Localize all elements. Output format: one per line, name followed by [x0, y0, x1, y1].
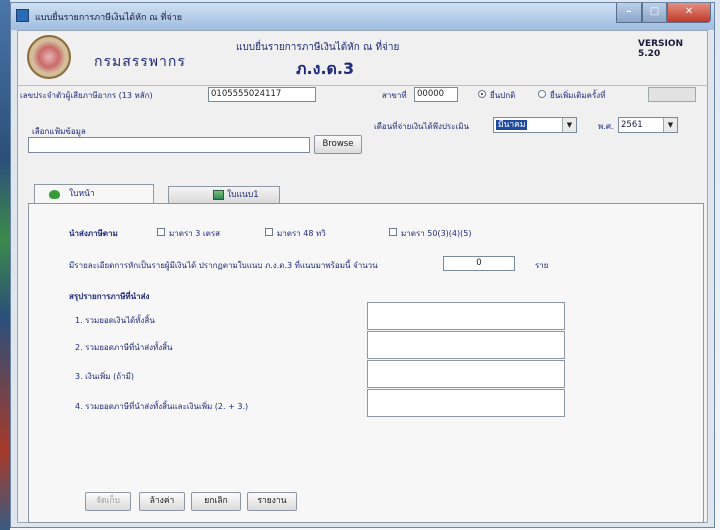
- cancel-button[interactable]: ยกเลิก: [191, 492, 241, 511]
- section-50-label: มาตรา 50(3)(4)(5): [401, 229, 472, 238]
- month-value: มีนาคม: [496, 120, 528, 130]
- chevron-down-icon[interactable]: ▼: [663, 118, 677, 132]
- form-title: แบบยื่นรายการภาษีเงินได้หัก ณ ที่จ่าย: [236, 42, 400, 53]
- org-name: กรมสรรพากร: [94, 54, 186, 70]
- green-page-icon: [49, 190, 60, 199]
- year-select[interactable]: 2561 ▼: [618, 117, 678, 133]
- summary-item-3: 3. เงินเพิ่ม (ถ้ามี): [75, 372, 134, 381]
- desktop-edge: [0, 0, 10, 530]
- branch-label: สาขาที่: [382, 91, 407, 100]
- form-client-area: กรมสรรพากร แบบยื่นรายการภาษีเงินได้หัก ณ…: [17, 30, 708, 523]
- section-50-checkbox[interactable]: [389, 228, 397, 236]
- additional-filing-label: ยื่นเพิ่มเติมครั้งที่: [550, 91, 606, 100]
- summary-item-1: 1. รวมยอดเงินได้ทั้งสิ้น: [75, 316, 155, 325]
- tab-attachment-1[interactable]: ใบแนบ1: [168, 186, 280, 204]
- tab-front-page[interactable]: ใบหน้า: [34, 184, 154, 204]
- taxid-label: เลขประจำตัวผู้เสียภาษีอากร (13 หลัก): [20, 91, 153, 100]
- import-file-path[interactable]: [28, 137, 310, 153]
- clear-button[interactable]: ล้างค่า: [139, 492, 185, 511]
- normal-filing-radio[interactable]: [478, 90, 486, 98]
- version-label: VERSION 5.20: [638, 39, 684, 59]
- front-page-panel: นำส่งภาษีตาม มาตรา 3 เตรส มาตรา 48 ทวิ ม…: [28, 203, 704, 523]
- additional-filing-radio[interactable]: [538, 90, 546, 98]
- tab-attachment-1-label: ใบแนบ1: [227, 190, 259, 200]
- revenue-dept-logo-icon: [27, 35, 71, 79]
- summary-item-4: 4. รวมยอดภาษีที่นำส่งทั้งสิ้นและเงินเพิ่…: [75, 402, 249, 411]
- attachment-count-label: มีรายละเอียดการหักเป็นรายผู้มีเงินได้ ปร…: [69, 261, 378, 270]
- section-48-label: มาตรา 48 ทวิ: [277, 229, 326, 238]
- report-button[interactable]: รายงาน: [247, 492, 297, 511]
- normal-filing-label: ยื่นปกติ: [490, 91, 516, 100]
- tab-front-page-label: ใบหน้า: [69, 189, 95, 199]
- app-icon: [16, 9, 29, 22]
- chevron-down-icon[interactable]: ▼: [562, 118, 576, 132]
- submit-under-label: นำส่งภาษีตาม: [69, 229, 118, 238]
- save-button[interactable]: จัดเก็บ: [85, 492, 131, 511]
- surcharge-input[interactable]: [367, 360, 565, 388]
- section-3-label: มาตรา 3 เตรส: [169, 229, 221, 238]
- attachment-unit-label: ราย: [535, 261, 549, 270]
- title-bar[interactable]: แบบยื่นรายการภาษีเงินได้หัก ณ ที่จ่าย – …: [11, 3, 714, 30]
- attachment-count-input[interactable]: 0: [443, 256, 515, 271]
- summary-item-2: 2. รวมยอดภาษีที่นำส่งทั้งสิ้น: [75, 343, 173, 352]
- section-48-checkbox[interactable]: [265, 228, 273, 236]
- window-title: แบบยื่นรายการภาษีเงินได้หัก ณ ที่จ่าย: [35, 13, 183, 23]
- minimize-button[interactable]: –: [616, 3, 642, 23]
- maximize-button[interactable]: □: [642, 3, 667, 23]
- year-label: พ.ศ.: [598, 122, 614, 131]
- additional-count-input[interactable]: [648, 87, 696, 102]
- branch-input[interactable]: 00000: [414, 87, 458, 102]
- form-code: ภ.ง.ด.3: [296, 59, 355, 78]
- total-income-input[interactable]: [367, 302, 565, 330]
- browse-button[interactable]: Browse: [314, 135, 362, 154]
- sheet-icon: [213, 190, 224, 200]
- total-tax-input[interactable]: [367, 331, 565, 359]
- close-button[interactable]: ✕: [667, 3, 711, 23]
- summary-title: สรุปรายการภาษีที่นำส่ง: [69, 292, 150, 301]
- grand-total-input[interactable]: [367, 389, 565, 417]
- app-window: แบบยื่นรายการภาษีเงินได้หัก ณ ที่จ่าย – …: [10, 2, 715, 528]
- taxid-input[interactable]: 0105555024117: [208, 87, 316, 102]
- section-3-checkbox[interactable]: [157, 228, 165, 236]
- header-divider: [18, 85, 707, 86]
- month-select[interactable]: มีนาคม ▼: [493, 117, 577, 133]
- period-label: เดือนที่จ่ายเงินได้พึงประเมิน: [374, 122, 469, 131]
- year-value: 2561: [621, 120, 643, 130]
